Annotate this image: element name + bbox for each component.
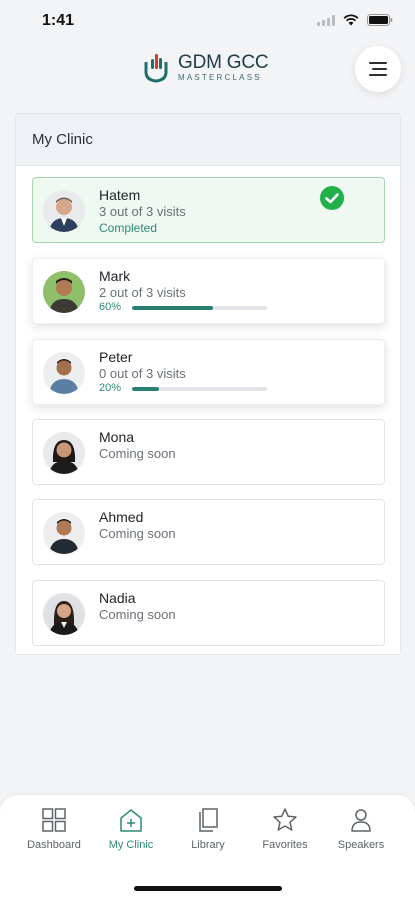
brand-title: GDM GCC [178, 51, 269, 73]
avatar [43, 593, 85, 635]
status-coming-soon: Coming soon [99, 446, 176, 461]
star-icon [273, 808, 297, 831]
patient-name: Mona [99, 429, 135, 445]
bottom-nav: Dashboard My Clinic Library Favorites Sp… [0, 795, 415, 900]
brand-subtitle: MASTERCLASS [178, 72, 262, 82]
patient-name: Hatem [99, 187, 141, 203]
brand-logo: GDM GCC MASTERCLASS [142, 50, 269, 84]
signal-icon [317, 14, 335, 26]
panel-title: My Clinic [16, 114, 400, 166]
nav-speakers[interactable]: Speakers [323, 807, 399, 855]
patient-name: Peter [99, 349, 133, 365]
progress-percent: 20% [99, 382, 122, 394]
patient-card-nadia[interactable]: Nadia Coming soon [32, 580, 385, 646]
patient-card-ahmed[interactable]: Ahmed Coming soon [32, 499, 385, 565]
progress-bar [132, 387, 267, 391]
progress-fill [132, 387, 159, 391]
person-icon [351, 809, 371, 832]
nav-label: Library [191, 839, 225, 851]
patient-card-mona[interactable]: Mona Coming soon [32, 419, 385, 485]
status-completed: Completed [99, 221, 158, 235]
progress-fill [132, 306, 213, 310]
wifi-icon [343, 14, 359, 26]
visits-count: 2 out of 3 visits [99, 285, 186, 300]
logo-icon [144, 54, 168, 83]
nav-favorites[interactable]: Favorites [247, 807, 323, 855]
nav-label: Dashboard [27, 839, 81, 851]
status-bar: 1:41 [0, 0, 415, 44]
check-circle-icon [320, 186, 344, 210]
nav-label: Favorites [262, 839, 308, 851]
menu-button[interactable] [355, 46, 401, 92]
nav-library[interactable]: Library [170, 807, 246, 855]
avatar [43, 190, 85, 232]
patient-card-mark[interactable]: Mark 2 out of 3 visits 60% [32, 258, 385, 324]
patient-name: Ahmed [99, 509, 144, 525]
nav-dashboard[interactable]: Dashboard [16, 807, 92, 855]
library-icon [199, 808, 218, 832]
dashboard-icon [42, 808, 66, 832]
status-coming-soon: Coming soon [99, 526, 176, 541]
nav-label: Speakers [337, 839, 385, 851]
visits-count: 0 out of 3 visits [99, 366, 186, 381]
progress-bar [132, 306, 267, 310]
patient-card-hatem[interactable]: Hatem 3 out of 3 visits Completed [32, 177, 385, 243]
patient-name: Nadia [99, 590, 136, 606]
menu-icon [369, 62, 387, 76]
clinic-icon [120, 809, 142, 832]
nav-label: My Clinic [108, 839, 154, 851]
avatar [43, 512, 85, 554]
clinic-panel: My Clinic Hatem 3 out of 3 visits Comple… [15, 113, 401, 655]
status-icons [317, 14, 393, 26]
battery-icon [367, 14, 393, 26]
patient-card-peter[interactable]: Peter 0 out of 3 visits 20% [32, 339, 385, 405]
status-time: 1:41 [42, 12, 75, 29]
home-indicator [134, 886, 282, 891]
visits-count: 3 out of 3 visits [99, 204, 186, 219]
avatar [43, 432, 85, 474]
app-header: GDM GCC MASTERCLASS [0, 44, 415, 100]
progress-percent: 60% [99, 301, 122, 313]
patient-name: Mark [99, 268, 131, 284]
avatar [43, 271, 85, 313]
avatar [43, 352, 85, 394]
nav-my-clinic[interactable]: My Clinic [93, 807, 169, 855]
status-coming-soon: Coming soon [99, 607, 176, 622]
